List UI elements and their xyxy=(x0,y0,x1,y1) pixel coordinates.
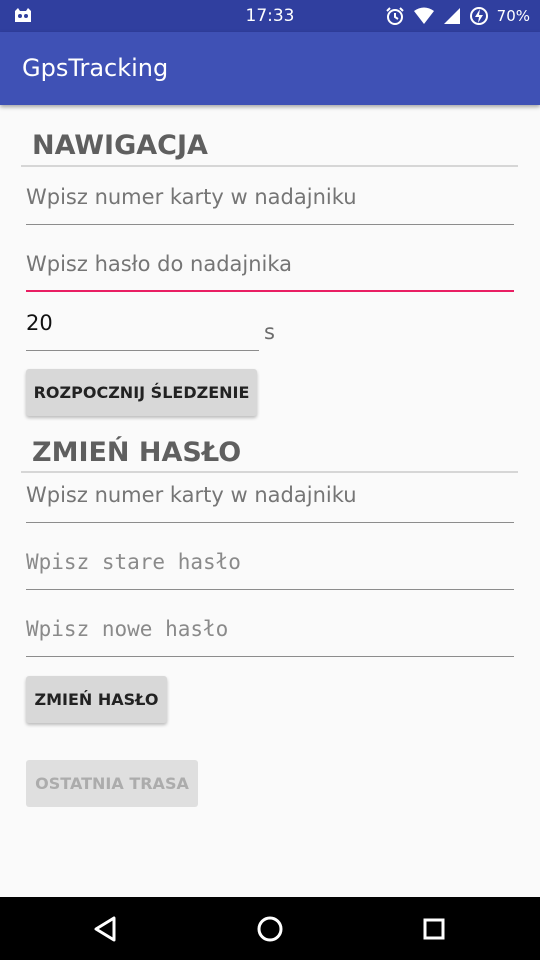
old-password-placeholder: Wpisz stare hasło xyxy=(26,550,241,574)
back-icon[interactable] xyxy=(85,909,125,949)
input-underline xyxy=(26,350,259,351)
input-underline xyxy=(26,589,514,590)
new-password-input[interactable]: Wpisz nowe hasło xyxy=(26,617,514,657)
navigation-heading: NAWIGACJA xyxy=(32,130,208,161)
recents-icon[interactable] xyxy=(414,909,454,949)
change-password-card-number-placeholder: Wpisz numer karty w nadajniku xyxy=(26,483,357,507)
interval-unit: s xyxy=(264,320,275,344)
change-password-card-number-input[interactable]: Wpisz numer karty w nadajniku xyxy=(26,483,514,523)
interval-value: 20 xyxy=(26,311,53,335)
signal-icon xyxy=(443,8,460,24)
start-tracking-button[interactable]: ROZPOCZNIJ ŚLEDZENIE xyxy=(26,369,257,416)
change-password-button[interactable]: ZMIEŃ HASŁO xyxy=(26,676,167,723)
navigation-password-input[interactable]: Wpisz hasło do nadajnika xyxy=(26,252,514,292)
change-password-heading: ZMIEŃ HASŁO xyxy=(32,437,242,468)
input-underline-focused xyxy=(26,290,514,292)
input-underline xyxy=(26,656,514,657)
app-title: GpsTracking xyxy=(22,54,169,82)
last-route-button[interactable]: OSTATNIA TRASA xyxy=(26,760,198,807)
battery-percentage: 70% xyxy=(496,7,530,25)
old-password-input[interactable]: Wpisz stare hasło xyxy=(26,550,514,590)
navigation-card-number-input[interactable]: Wpisz numer karty w nadajniku xyxy=(26,185,514,225)
status-bar: 17:33 70% xyxy=(0,0,540,32)
wifi-icon xyxy=(413,7,434,24)
app-bar: GpsTracking xyxy=(0,32,540,105)
navigation-card-number-placeholder: Wpisz numer karty w nadajniku xyxy=(26,185,357,209)
status-icons: 70% xyxy=(385,5,530,27)
navigation-divider xyxy=(21,165,518,167)
interval-input[interactable]: 20 xyxy=(26,311,259,351)
home-icon[interactable] xyxy=(250,909,290,949)
system-nav-bar xyxy=(0,897,540,960)
input-underline xyxy=(26,224,514,225)
new-password-placeholder: Wpisz nowe hasło xyxy=(26,617,229,641)
navigation-password-placeholder: Wpisz hasło do nadajnika xyxy=(26,252,293,276)
alarm-icon xyxy=(385,7,404,25)
input-underline xyxy=(26,522,514,523)
battery-charging-icon xyxy=(469,7,488,25)
change-password-divider xyxy=(21,471,518,473)
